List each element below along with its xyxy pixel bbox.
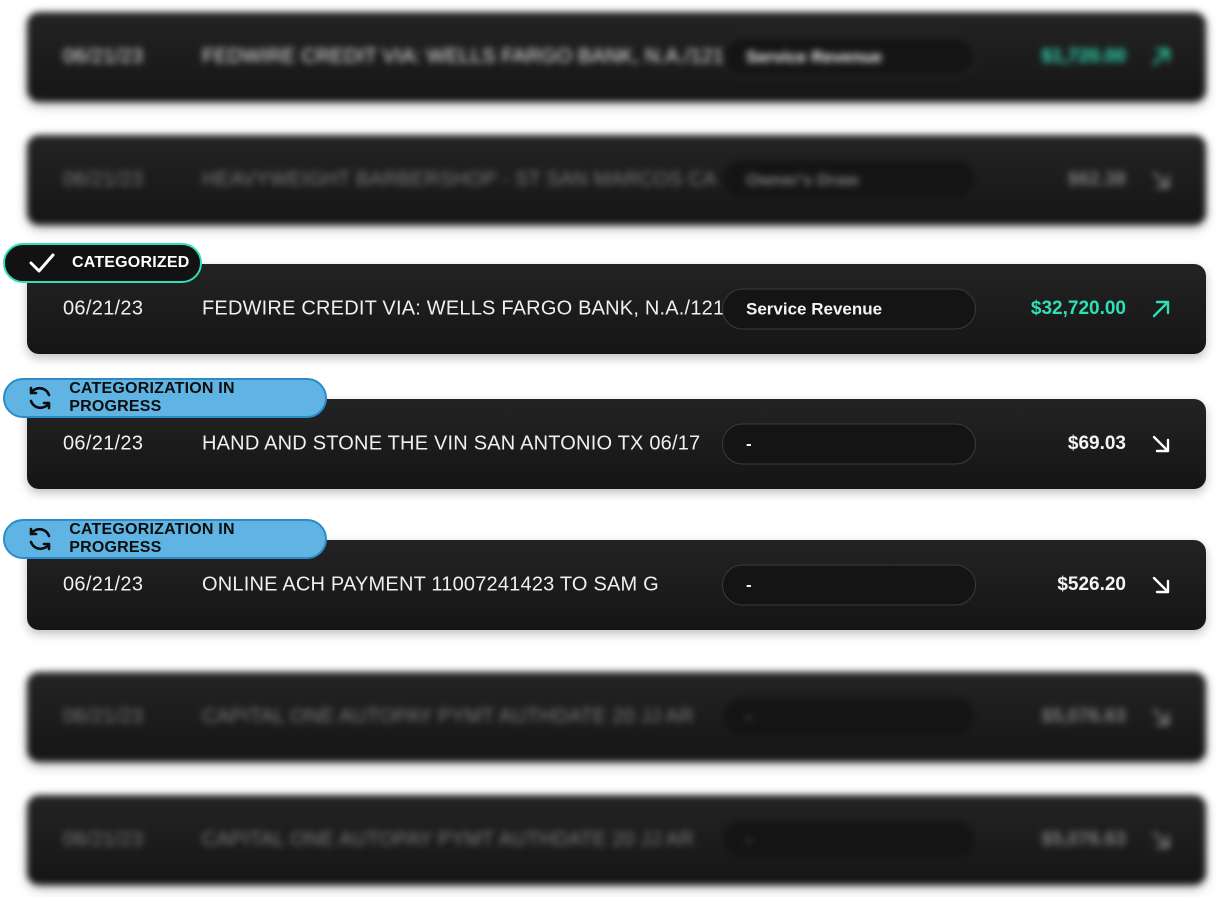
category-field[interactable]: - — [722, 819, 976, 861]
transaction-date: 06/21/23 — [63, 573, 144, 596]
arrow-down-right-icon — [1152, 435, 1170, 453]
transaction-amount: $5,076.63 — [1041, 829, 1126, 850]
transaction-date: 06/21/23 — [63, 828, 144, 851]
arrow-up-right-icon — [1152, 300, 1170, 318]
transaction-row[interactable]: 06/21/23 FEDWIRE CREDIT VIA: WELLS FARGO… — [27, 12, 1206, 102]
arrow-down-right-icon — [1152, 831, 1170, 849]
transaction-amount: $69.03 — [1067, 433, 1126, 454]
arrow-down-right-icon — [1152, 708, 1170, 726]
in-progress-badge: CATEGORIZATION IN PROGRESS — [3, 378, 327, 418]
badge-label: CATEGORIZED — [72, 254, 190, 271]
transaction-description: CAPITAL ONE AUTOPAY PYMT AUTHDATE 20 JJ … — [202, 705, 694, 728]
refresh-icon — [25, 524, 54, 554]
refresh-icon — [25, 383, 54, 413]
arrow-up-right-icon — [1152, 48, 1170, 66]
badge-label: CATEGORIZATION IN PROGRESS — [69, 521, 235, 556]
arrow-down-right-icon — [1152, 171, 1170, 189]
transaction-description: ONLINE ACH PAYMENT 11007241423 TO SAM G — [202, 573, 659, 596]
transaction-date: 06/21/23 — [63, 297, 144, 320]
category-field[interactable]: Owner's Draw — [722, 159, 976, 201]
transaction-date: 06/21/23 — [63, 45, 144, 68]
transaction-description: FEDWIRE CREDIT VIA: WELLS FARGO BANK, N.… — [202, 45, 736, 68]
transaction-date: 06/21/23 — [63, 705, 144, 728]
category-field[interactable]: - — [722, 696, 976, 738]
transaction-description: CAPITAL ONE AUTOPAY PYMT AUTHDATE 20 JJ … — [202, 828, 694, 851]
transaction-date: 06/21/23 — [63, 432, 144, 455]
category-field[interactable]: Service Revenue — [722, 288, 976, 330]
in-progress-badge: CATEGORIZATION IN PROGRESS — [3, 519, 327, 559]
category-field[interactable]: - — [722, 423, 976, 465]
transaction-row[interactable]: 06/21/23 CAPITAL ONE AUTOPAY PYMT AUTHDA… — [27, 672, 1206, 762]
transaction-description: HAND AND STONE THE VIN SAN ANTONIO TX 06… — [202, 432, 701, 455]
transaction-date: 06/21/23 — [63, 168, 144, 191]
transaction-amount: $1,720.00 — [1041, 46, 1126, 67]
categorized-badge: CATEGORIZED — [3, 243, 202, 283]
category-field[interactable]: - — [722, 564, 976, 606]
transaction-amount: $62.38 — [1067, 169, 1126, 190]
transaction-row[interactable]: 06/21/23 FEDWIRE CREDIT VIA: WELLS FARGO… — [27, 264, 1206, 354]
transaction-amount: $526.20 — [1057, 574, 1126, 595]
transaction-amount: $5,076.63 — [1041, 706, 1126, 727]
transaction-row[interactable]: 06/21/23 HEAVYWEIGHT BARBERSHOP - ST SAN… — [27, 135, 1206, 225]
transaction-row[interactable]: 06/21/23 CAPITAL ONE AUTOPAY PYMT AUTHDA… — [27, 795, 1206, 885]
arrow-down-right-icon — [1152, 576, 1170, 594]
transaction-amount: $32,720.00 — [1030, 298, 1126, 319]
transaction-description: HEAVYWEIGHT BARBERSHOP - ST SAN MARCOS C… — [202, 168, 717, 191]
category-field[interactable]: Service Revenue — [722, 36, 976, 78]
check-icon — [27, 248, 57, 278]
transaction-description: FEDWIRE CREDIT VIA: WELLS FARGO BANK, N.… — [202, 297, 736, 320]
badge-label: CATEGORIZATION IN PROGRESS — [69, 380, 235, 415]
